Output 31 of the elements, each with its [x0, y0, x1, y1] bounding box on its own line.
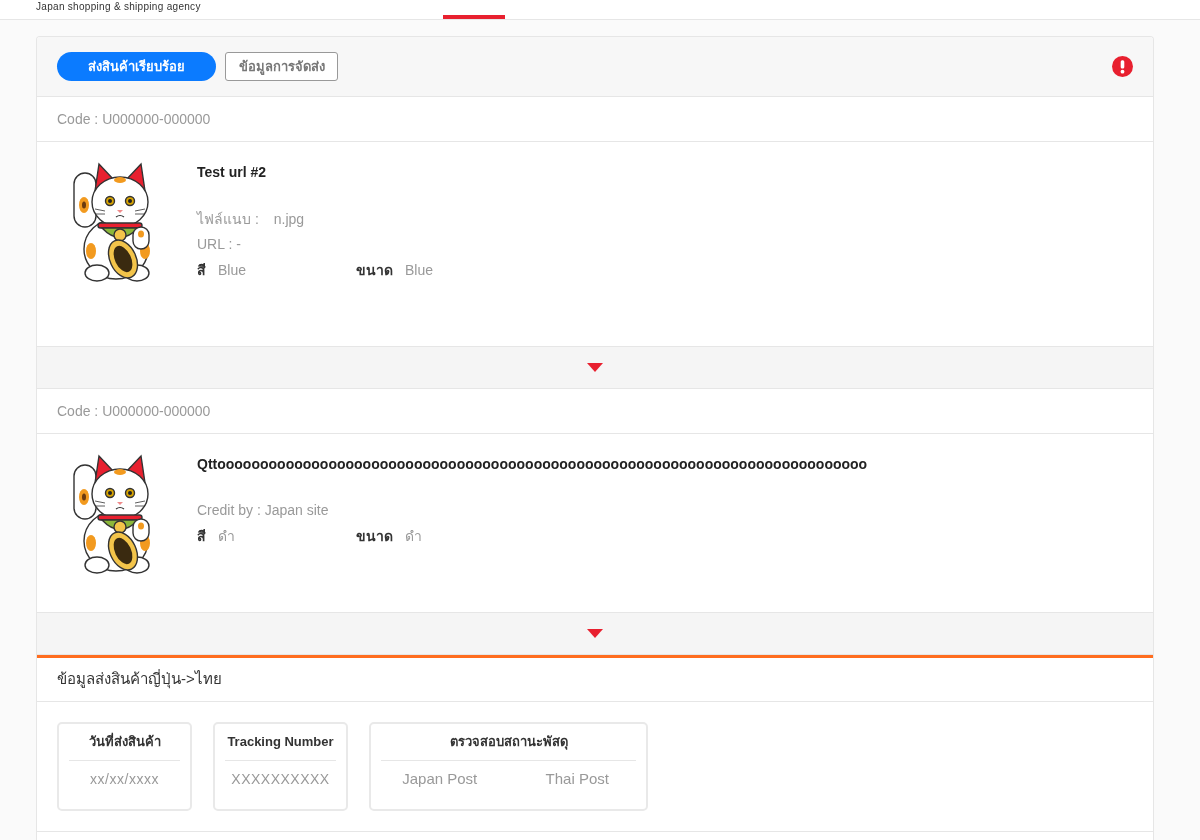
product-title: Test url #2: [197, 163, 266, 182]
option-label: สี: [197, 526, 206, 546]
tracking-link[interactable]: Japan Post: [402, 768, 478, 789]
detail-text: Credit by : Japan site: [197, 502, 329, 519]
shipping-info-button[interactable]: ข้อมูลการจัดส่ง: [225, 52, 338, 81]
expand-toggle[interactable]: [37, 346, 1153, 389]
option-value: ดำ: [405, 526, 422, 546]
detail-text: URL : -: [197, 236, 241, 253]
tracking-link[interactable]: Thai Post: [545, 768, 609, 789]
mark-shipped-button[interactable]: ส่งสินค้าเรียบร้อย: [57, 52, 216, 81]
order-code: Code : U000000-000000: [57, 402, 211, 419]
detail-label: ไฟล์แนบ :: [197, 209, 259, 229]
option-label: ขนาด: [356, 260, 393, 280]
order-code: Code : U000000-000000: [57, 111, 211, 127]
card-heading: Tracking Number: [227, 733, 334, 749]
card-heading: วันที่ส่งสินค้า: [88, 733, 161, 749]
option-value: Blue: [405, 261, 434, 278]
card-value: xx/xx/xxxx: [90, 769, 159, 789]
section-title: ข้อมูลส่งสินค้าญี่ปุ่น->ไทย: [57, 668, 222, 691]
option-label: ขนาด: [356, 526, 393, 546]
product-title: Qttoooooooooooooooooooooooooooooooooooooooooooooooooooooooooooooooooooooooooooo: [197, 454, 868, 474]
option-label: สี: [197, 260, 206, 280]
card-heading: ตรวจสอบสถานะพัสดุ: [449, 733, 568, 749]
option-value: ดำ: [218, 526, 235, 546]
expand-toggle[interactable]: [37, 612, 1153, 655]
detail-value: n.jpg: [273, 210, 305, 227]
active-tab-underline[interactable]: [443, 15, 505, 19]
site-tagline: Japan shopping & shipping agency: [36, 1, 201, 13]
option-value: Blue: [218, 261, 247, 278]
alert-icon[interactable]: [1112, 56, 1133, 77]
card-value: XXXXXXXXXX: [231, 769, 330, 789]
